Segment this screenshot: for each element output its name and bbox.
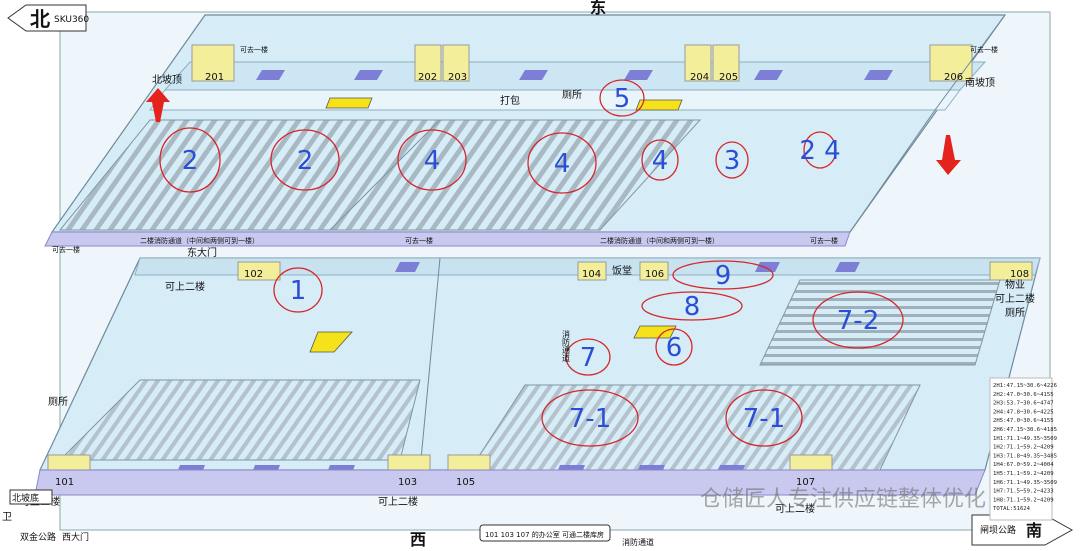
- legend-right: 2H1:47.15~30.6~4226 2H2:47.0~30.6~4155 2H3…: [989, 377, 1057, 521]
- zone-number: 8: [684, 292, 701, 322]
- compass-south-road: 闸坝公路: [980, 524, 1016, 536]
- legend-row: 2H4:47.8~30.6~4225: [993, 409, 1054, 415]
- packing-label: 打包: [500, 94, 520, 107]
- legend-row: 1H4:67.0~59.2~4004: [993, 462, 1054, 468]
- fire-passage-footer-label: 消防通道: [622, 537, 654, 547]
- can-up-second-left-label: 可上二楼: [165, 280, 205, 293]
- fire-passage-right-label: 二楼消防通道（中间和两侧可到一楼）: [600, 236, 719, 245]
- double-road-label: 双金公路: [20, 531, 56, 543]
- legend-row: 2H6:47.15~30.6~4185: [993, 427, 1057, 433]
- toilet-left-label: 厕所: [48, 396, 68, 408]
- zone-number: 7-2: [837, 306, 879, 336]
- dock-label: 103: [398, 477, 417, 488]
- watermark-label: 仓储匠人专注供应链整体优化: [700, 487, 986, 512]
- zone-number: 9: [715, 261, 732, 291]
- zone-number: 6: [666, 333, 683, 363]
- dock-label: 204: [690, 72, 709, 83]
- legend-row: 2H1:47.15~30.6~4226: [993, 383, 1057, 389]
- toilet-right-label: 厕所: [1005, 307, 1025, 319]
- legend-row: 1H7:71.5~59.2~4233: [993, 489, 1054, 495]
- zone-number: 2: [297, 146, 314, 176]
- fire-passage-vertical-label: 消防通道: [562, 329, 571, 363]
- fire-passage-left-label: 二楼消防通道（中间和两侧可到一楼）: [140, 236, 259, 245]
- warehouse-diagram: 2 2 4 4 4 3 2 4 5 1 7 6 8 9 7-1 7-1 7-2 北 SKU360 东 西 闸…: [0, 0, 1080, 551]
- dock-label: 108: [1010, 269, 1029, 280]
- zone-number: 5: [614, 84, 631, 114]
- east-gate-label: 东大门: [187, 246, 217, 259]
- zone-number: 2 4: [799, 136, 840, 166]
- zone-number: 2: [182, 146, 199, 176]
- property-label: 物业: [1005, 278, 1025, 291]
- can-go-ground-top-right-label: 可去一楼: [970, 45, 998, 54]
- compass-north-code: SKU360: [54, 15, 89, 25]
- ground-racks-7-1: [469, 384, 921, 471]
- zone-number: 4: [652, 146, 669, 176]
- legend-row: 1H1:71.1~49.35~3509: [993, 436, 1057, 442]
- dock-label: 106: [645, 269, 664, 280]
- upper-aisle-band: [149, 89, 961, 111]
- legend-row: 1H2:71.1~59.2~4209: [993, 445, 1054, 451]
- dock-label: 105: [456, 477, 475, 488]
- can-go-ground-top-left-label: 可去一楼: [240, 45, 268, 54]
- zone-number: 3: [724, 146, 741, 176]
- compass-north: 北 SKU360: [7, 4, 89, 32]
- dock-label: 101: [55, 477, 74, 488]
- zone-number: 1: [290, 276, 307, 306]
- dock-label: 203: [448, 72, 467, 83]
- zone-number: 4: [424, 146, 441, 176]
- dock-label: 205: [719, 72, 738, 83]
- legend-row: 1H3:71.8~49.35~3485: [993, 453, 1057, 459]
- zone-number: 4: [554, 149, 571, 179]
- dock-label: 201: [205, 72, 224, 83]
- dock-label: 104: [582, 269, 601, 280]
- ground-floor: [34, 257, 1041, 496]
- north-slope-top-label: 北坡顶: [152, 73, 182, 86]
- toilet-upper-label: 厕所: [562, 89, 582, 101]
- south-slope-top-label: 南坡顶: [965, 76, 995, 89]
- compass-south-label: 南: [1026, 521, 1042, 540]
- legend-row: 2H3:53.7~30.6~4747: [993, 401, 1054, 407]
- zone-number: 7: [580, 343, 597, 373]
- can-up-second-bottom-mid-label: 可上二楼: [378, 495, 418, 508]
- zone-number: 7-1: [569, 404, 611, 434]
- guard-label: 卫: [2, 512, 12, 523]
- legend-row: TOTAL:51624: [993, 506, 1031, 512]
- dock-label: 202: [418, 72, 437, 83]
- can-go-ground-left-label: 可去一楼: [52, 245, 80, 254]
- legend-row: 2H5:47.0~30.6~4155: [993, 418, 1054, 424]
- ground-racks-7-2: [759, 279, 1001, 366]
- compass-north-label: 北: [30, 7, 50, 31]
- west-gate-label: 西大门: [62, 531, 89, 543]
- legend-row: 1H8:71.1~59.2~4209: [993, 497, 1054, 503]
- upper-top-band: [163, 61, 987, 91]
- dock-label: 102: [244, 269, 263, 280]
- warehouse-svg: 2 2 4 4 4 3 2 4 5 1 7 689 7-1 7-1 7-2 北 SKU360 东 西 闸…: [2, 0, 1074, 549]
- legend-row: 1H6:71.1~49.35~3509: [993, 480, 1057, 486]
- compass-west-label: 西: [410, 530, 426, 549]
- zone-number: 7-1: [743, 404, 785, 434]
- dock-label: 206: [944, 72, 963, 83]
- can-go-ground-right-label: 可去一楼: [810, 236, 838, 245]
- can-go-ground-mid-label: 可去一楼: [405, 236, 433, 245]
- upper-floor: [44, 14, 1007, 247]
- office-note-label: 101 103 107 的办公室 可通二楼库房: [485, 530, 604, 539]
- can-up-second-right-label: 可上二楼: [995, 292, 1035, 305]
- compass-east-label: 东: [590, 0, 606, 17]
- legend-row: 1H5:71.1~59.2~4209: [993, 471, 1054, 477]
- legend-row: 2H2:47.0~30.6~4155: [993, 392, 1054, 398]
- canteen-label: 饭堂: [612, 265, 632, 277]
- north-slope-bottom-label: 北坡底: [12, 492, 39, 504]
